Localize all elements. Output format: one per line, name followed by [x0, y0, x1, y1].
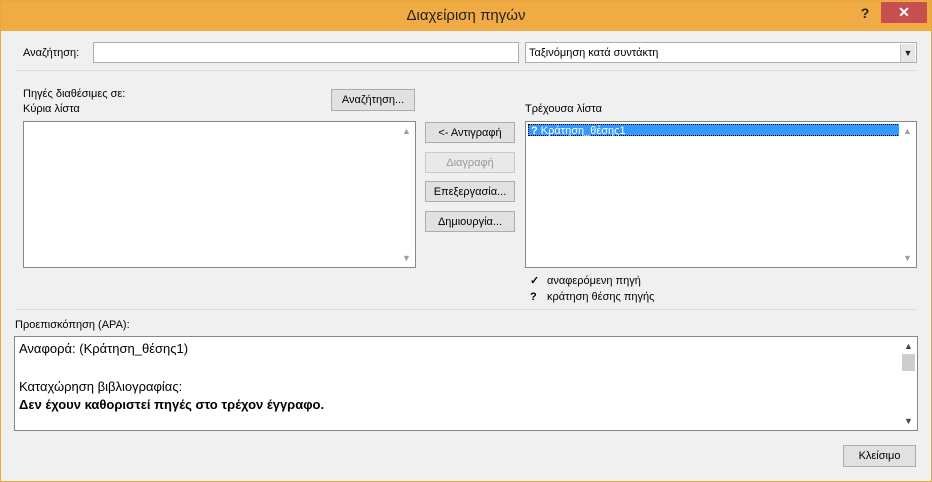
list-item[interactable]: ? Κράτηση_θέσης1 — [528, 124, 900, 137]
delete-button[interactable]: Διαγραφή — [425, 152, 515, 173]
dialog-title: Διαχείριση πηγών — [406, 7, 526, 24]
chevron-down-icon[interactable]: ▼ — [900, 44, 915, 62]
placeholder-icon: ? — [531, 125, 538, 137]
scroll-up-icon[interactable]: ▲ — [900, 339, 917, 353]
browse-button[interactable]: Αναζήτηση... — [331, 89, 415, 111]
preview-citation: Αναφορά: (Κράτηση_θέσης1) — [19, 341, 189, 356]
preview-box[interactable]: Αναφορά: (Κράτηση_θέσης1) Καταχώρηση βιβ… — [14, 336, 918, 431]
preview-scrollbar[interactable]: ▲ ▼ — [900, 337, 917, 430]
checkmark-icon: ✓ — [530, 275, 540, 287]
list-item-label: Κράτηση_θέσης1 — [540, 125, 626, 137]
preview-bibliography-label: Καταχώρηση βιβλιογραφίας: — [19, 379, 183, 394]
scroll-thumb[interactable] — [902, 354, 915, 371]
scroll-up-icon[interactable]: ▲ — [899, 124, 916, 138]
scroll-down-icon[interactable]: ▼ — [900, 414, 917, 428]
current-list-label: Τρέχουσα λίστα — [525, 103, 602, 115]
copy-button[interactable]: <- Αντιγραφή — [425, 122, 515, 143]
available-in-label: Πηγές διαθέσιμες σε: — [23, 88, 126, 100]
current-sources-list[interactable]: ? Κράτηση_θέσης1 ▲ ▼ — [525, 121, 917, 268]
placeholder-source-legend: κράτηση θέσης πηγής — [547, 291, 655, 303]
preview-label: Προεπισκόπηση (APA): — [15, 319, 130, 331]
sort-select-value: Ταξινόμηση κατά συντάκτη — [529, 47, 659, 59]
preview-bibliography-text: Δεν έχουν καθοριστεί πηγές στο τρέχον έγ… — [19, 397, 325, 412]
master-list-scrollbar[interactable]: ▲ ▼ — [398, 122, 415, 267]
preview-divider — [15, 309, 917, 310]
master-sources-list[interactable]: ▲ ▼ — [23, 121, 416, 268]
search-label: Αναζήτηση: — [23, 47, 80, 59]
close-button[interactable]: Κλείσιμο — [843, 445, 916, 467]
scroll-down-icon[interactable]: ▼ — [899, 251, 916, 265]
cited-source-legend: αναφερόμενη πηγή — [547, 275, 641, 287]
new-button[interactable]: Δημιουργία... — [425, 211, 515, 232]
question-mark-icon: ? — [530, 291, 537, 303]
scroll-up-icon[interactable]: ▲ — [398, 124, 415, 138]
search-input[interactable] — [93, 42, 519, 63]
top-divider — [15, 70, 917, 71]
help-button[interactable]: ? — [857, 4, 873, 22]
scroll-down-icon[interactable]: ▼ — [398, 251, 415, 265]
current-list-scrollbar[interactable]: ▲ ▼ — [899, 122, 916, 267]
master-list-label: Κύρια λίστα — [23, 103, 80, 115]
close-window-button[interactable]: ✕ — [881, 2, 927, 23]
source-manager-dialog: Διαχείριση πηγών ? ✕ Αναζήτηση: Ταξινόμη… — [0, 0, 932, 482]
edit-button[interactable]: Επεξεργασία... — [425, 181, 515, 202]
sort-select[interactable]: Ταξινόμηση κατά συντάκτη ▼ — [525, 42, 917, 63]
title-bar[interactable]: Διαχείριση πηγών ? ✕ — [1, 1, 931, 31]
